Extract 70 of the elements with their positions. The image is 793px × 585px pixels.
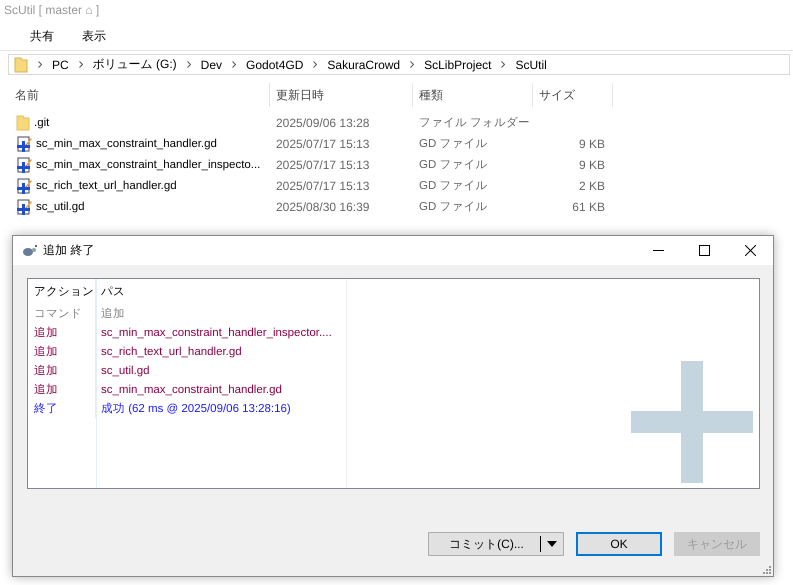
commit-split-button[interactable]: コミット(C)... <box>428 532 564 556</box>
chevron-right-icon <box>410 61 414 68</box>
file-size: 9 KB <box>578 136 605 150</box>
log-path: 成功 (62 ms @ 2025/09/06 13:28:16) <box>100 402 291 416</box>
log-action: 追加 <box>28 342 96 361</box>
address-bar[interactable]: PC ボリューム (G:) Dev Godot4GD SakuraCrowd ScLibProject ScUtil <box>8 54 790 75</box>
column-header[interactable]: アクション <box>28 279 96 304</box>
folder-icon <box>14 56 28 72</box>
dialog-button[interactable]: OK <box>576 532 662 556</box>
caret-icon <box>547 541 557 547</box>
file-type: GD ファイル <box>418 200 488 214</box>
breadcrumb-item[interactable]: SakuraCrowd <box>327 58 400 72</box>
file-type: GD ファイル <box>418 158 488 172</box>
modified-date: 2025/07/17 15:13 <box>275 136 370 150</box>
script-file-icon <box>16 178 32 194</box>
column-header[interactable]: 名前 <box>0 83 270 107</box>
script-file-icon <box>16 198 32 214</box>
dialog-title: 追加 終了 <box>43 242 94 259</box>
menu-tab[interactable]: 表示 <box>82 28 106 50</box>
chevron-right-icon <box>186 61 191 68</box>
breadcrumb-item[interactable]: PC <box>52 58 69 72</box>
script-file-icon <box>16 136 32 152</box>
maximize-icon[interactable] <box>698 245 710 256</box>
column-header[interactable]: パス <box>96 284 125 299</box>
log-action: 追加 <box>28 361 96 380</box>
minimize-icon[interactable] <box>652 250 664 251</box>
column-header[interactable]: 更新日時 <box>270 83 413 107</box>
file-name[interactable]: sc_util.gd <box>36 200 85 212</box>
chevron-right-icon <box>501 61 506 68</box>
file-type: GD ファイル <box>418 137 488 151</box>
column-header[interactable]: サイズ <box>533 83 613 107</box>
file-name[interactable]: sc_rich_text_url_handler.gd <box>36 180 177 192</box>
log-path: sc_min_max_constraint_handler.gd <box>100 384 282 396</box>
file-type: GD ファイル <box>418 179 488 193</box>
breadcrumb-item[interactable]: Dev <box>200 58 222 72</box>
modified-date: 2025/07/17 15:13 <box>275 158 370 172</box>
log-path: sc_min_max_constraint_handler_inspector.... <box>100 326 332 338</box>
modified-date: 2025/08/30 16:39 <box>275 200 370 214</box>
file-size: 9 KB <box>578 158 605 172</box>
modified-date: 2025/07/17 15:13 <box>275 178 370 192</box>
log-action: コマンド <box>28 304 96 323</box>
log-action: 終了 <box>28 399 96 418</box>
chevron-right-icon <box>78 61 83 68</box>
breadcrumb-item[interactable]: Godot4GD <box>246 58 304 72</box>
folder-icon <box>16 114 30 130</box>
file-type: ファイル フォルダー <box>418 116 532 130</box>
file-name[interactable]: sc_min_max_constraint_handler_inspecto... <box>36 158 260 170</box>
log-path: sc_util.gd <box>100 364 150 376</box>
file-name[interactable]: sc_min_max_constraint_handler.gd <box>36 138 217 150</box>
menu-tab[interactable]: 共有 <box>30 28 54 50</box>
chevron-right-icon <box>232 61 236 68</box>
close-icon[interactable] <box>744 245 756 256</box>
breadcrumb-item[interactable]: ScUtil <box>515 58 547 72</box>
resize-grip-icon[interactable] <box>763 566 771 574</box>
chevron-right-icon <box>38 61 42 68</box>
chevron-right-icon <box>313 61 318 68</box>
column-header[interactable]: 種類 <box>413 83 533 107</box>
file-name[interactable]: .git <box>34 116 50 128</box>
log-path: 追加 <box>100 306 125 321</box>
plus-icon <box>631 361 753 483</box>
script-file-icon <box>16 156 32 172</box>
file-size: 2 KB <box>578 178 605 192</box>
log-action: 追加 <box>28 323 96 342</box>
log-action: 追加 <box>28 380 96 399</box>
breadcrumb-item[interactable]: ボリューム (G:) <box>92 56 177 73</box>
file-size: 61 KB <box>571 200 605 214</box>
modified-date: 2025/09/06 13:28 <box>275 116 370 130</box>
breadcrumb-item[interactable]: ScLibProject <box>424 58 492 72</box>
window-title: ScUtil [ master ⌂ ] <box>3 2 100 19</box>
log-path: sc_rich_text_url_handler.gd <box>100 346 242 358</box>
